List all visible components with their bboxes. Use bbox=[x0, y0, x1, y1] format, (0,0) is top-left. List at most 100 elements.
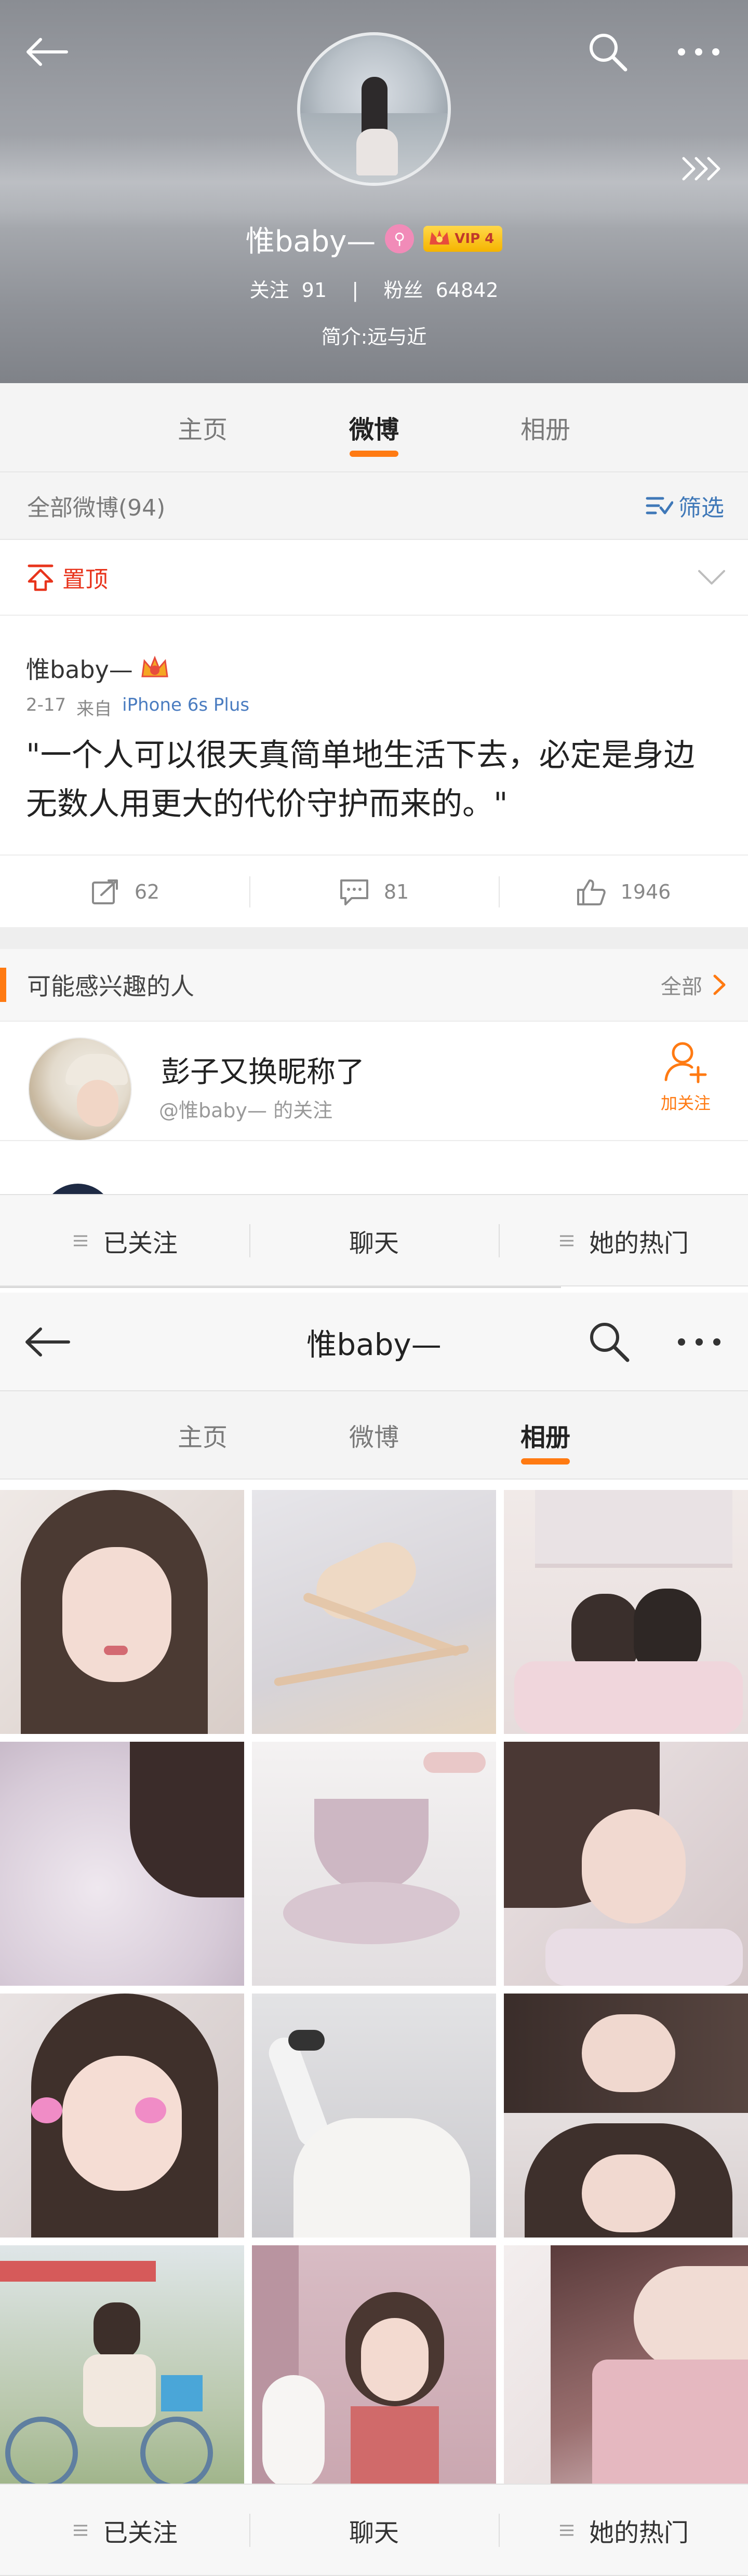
suggest-user-name[interactable]: 彭子又换昵称了 bbox=[161, 1049, 365, 1091]
profile-tabs: 主页 微博 相册 bbox=[0, 383, 748, 471]
comment-count: 81 bbox=[383, 880, 409, 903]
photo-grid bbox=[0, 1480, 748, 2489]
pinned-row[interactable]: 置顶 bbox=[0, 540, 748, 616]
pinned-label: 置顶 bbox=[62, 566, 108, 593]
repost-icon bbox=[91, 879, 118, 904]
post-text: "一个人可以很天真简单地生活下去，必定是身边无数人用更大的代价守护而来的。" bbox=[26, 737, 695, 822]
filter-button-label: 筛选 bbox=[678, 495, 724, 521]
vip-label: VIP 4 bbox=[455, 231, 495, 247]
like-button[interactable]: 1946 bbox=[499, 856, 748, 928]
menu-lines-icon bbox=[559, 2525, 573, 2536]
comment-icon bbox=[340, 879, 368, 905]
profile-name-row: 惟baby— ⚲ VIP 4 bbox=[0, 218, 748, 260]
photo-thumbnail[interactable] bbox=[0, 2245, 244, 2489]
tab-weibo[interactable]: 微博 bbox=[288, 1391, 460, 1479]
member-badge-icon[interactable]: ⚲ bbox=[385, 224, 415, 253]
section-gap bbox=[0, 927, 748, 949]
profile-stats[interactable]: 关注 91 | 粉丝 64842 bbox=[0, 270, 748, 306]
suggest-all-label: 全部 bbox=[661, 975, 702, 999]
filter-row: 全部微博(94) 筛选 bbox=[0, 471, 748, 540]
chevron-down-icon[interactable] bbox=[696, 567, 727, 588]
filter-icon bbox=[646, 497, 673, 514]
post-source-prefix: 来自 bbox=[76, 699, 112, 720]
album-nav-bar: 惟baby— bbox=[0, 1293, 748, 1391]
forward-chevrons-icon[interactable] bbox=[680, 153, 722, 184]
post-date: 2-17 bbox=[26, 695, 66, 715]
all-posts-count: 全部微博(94) bbox=[27, 495, 166, 521]
photo-thumbnail[interactable] bbox=[504, 1742, 748, 1986]
comment-button[interactable]: 81 bbox=[249, 856, 499, 928]
page-title: 惟baby— bbox=[306, 1327, 442, 1362]
tab-home[interactable]: 主页 bbox=[117, 1391, 288, 1479]
suggest-user-subtitle: @惟baby— 的关注 bbox=[159, 1099, 333, 1122]
menu-lines-icon bbox=[73, 2525, 87, 2536]
her-hot-button[interactable]: 她的热门 bbox=[499, 2485, 748, 2576]
crown-icon bbox=[430, 230, 450, 245]
repost-button[interactable]: 62 bbox=[0, 856, 249, 928]
post-author[interactable]: 惟baby— bbox=[26, 651, 133, 685]
photo-thumbnail[interactable] bbox=[252, 1994, 496, 2238]
profile-avatar[interactable] bbox=[297, 32, 451, 186]
post-card[interactable]: 惟baby— 2-17 来自 iPhone 6s Plus "一个人可以很天真简… bbox=[0, 616, 748, 855]
photo-thumbnail[interactable] bbox=[504, 2245, 748, 2489]
more-icon[interactable] bbox=[675, 1326, 723, 1358]
suggest-all-link[interactable]: 全部 bbox=[661, 970, 727, 1000]
post-action-bar: 62 81 1946 bbox=[0, 855, 748, 927]
add-user-icon bbox=[664, 1042, 707, 1083]
back-arrow-icon[interactable] bbox=[24, 1326, 71, 1358]
post-meta: 2-17 来自 iPhone 6s Plus bbox=[26, 695, 249, 720]
profile-name: 惟baby— bbox=[245, 224, 376, 259]
followed-label: 已关注 bbox=[102, 1229, 178, 1258]
profile-header: 惟baby— ⚲ VIP 4 关注 91 | 粉丝 64842 简介:远与近 bbox=[0, 0, 748, 383]
add-follow-label: 加关注 bbox=[660, 1093, 711, 1113]
stats-text: 关注 91 | 粉丝 64842 bbox=[249, 278, 499, 302]
menu-lines-icon bbox=[73, 1235, 87, 1246]
followed-label: 已关注 bbox=[102, 2518, 178, 2547]
her-hot-button[interactable]: 她的热门 bbox=[499, 1195, 748, 1286]
vip-badge[interactable]: VIP 4 bbox=[423, 226, 503, 252]
photo-thumbnail[interactable] bbox=[504, 1994, 748, 2238]
tab-album[interactable]: 相册 bbox=[460, 383, 631, 471]
photo-thumbnail[interactable] bbox=[0, 1742, 244, 1986]
pin-top-icon bbox=[28, 564, 54, 591]
chat-button[interactable]: 聊天 bbox=[249, 1195, 499, 1286]
add-follow-button[interactable]: 加关注 bbox=[647, 1037, 725, 1126]
search-icon[interactable] bbox=[587, 31, 629, 73]
suggest-title: 可能感兴趣的人 bbox=[27, 972, 194, 1000]
her-hot-label: 她的热门 bbox=[589, 2518, 689, 2547]
photo-thumbnail[interactable] bbox=[252, 1742, 496, 1986]
chat-button[interactable]: 聊天 bbox=[249, 2485, 499, 2576]
photo-thumbnail[interactable] bbox=[504, 1490, 748, 1734]
photo-thumbnail[interactable] bbox=[252, 1490, 496, 1734]
tab-home[interactable]: 主页 bbox=[117, 383, 288, 471]
album-bottom-bar: 已关注 聊天 她的热门 bbox=[0, 2484, 748, 2576]
tab-weibo[interactable]: 微博 bbox=[288, 383, 460, 471]
avatar[interactable] bbox=[28, 1037, 132, 1141]
like-count: 1946 bbox=[620, 880, 671, 903]
filter-button[interactable]: 筛选 bbox=[645, 489, 724, 522]
chevron-right-icon bbox=[713, 974, 726, 995]
chat-label: 聊天 bbox=[349, 1229, 399, 1258]
like-icon bbox=[577, 879, 606, 905]
suggest-user-item[interactable]: 彭子又换昵称了 @惟baby— 的关注 加关注 bbox=[0, 1022, 748, 1141]
followed-button[interactable]: 已关注 bbox=[0, 2485, 249, 2576]
chat-label: 聊天 bbox=[349, 2518, 399, 2547]
post-source[interactable]: iPhone 6s Plus bbox=[122, 695, 249, 720]
followed-button[interactable]: 已关注 bbox=[0, 1195, 249, 1286]
tab-album[interactable]: 相册 bbox=[460, 1391, 631, 1479]
crown-icon bbox=[141, 655, 168, 677]
profile-bottom-bar: 已关注 聊天 她的热门 bbox=[0, 1194, 748, 1286]
her-hot-label: 她的热门 bbox=[589, 1229, 689, 1258]
menu-lines-icon bbox=[559, 1235, 573, 1246]
bio-text: 简介:远与近 bbox=[321, 325, 427, 348]
photo-thumbnail[interactable] bbox=[252, 2245, 496, 2489]
back-arrow-icon[interactable] bbox=[25, 36, 69, 67]
search-icon[interactable] bbox=[587, 1320, 631, 1363]
photo-thumbnail[interactable] bbox=[0, 1994, 244, 2238]
photo-thumbnail[interactable] bbox=[0, 1490, 244, 1734]
more-icon[interactable] bbox=[675, 36, 722, 67]
suggest-user-item-peek bbox=[0, 1141, 748, 1198]
screen-divider bbox=[0, 1286, 561, 1288]
suggest-header: 可能感兴趣的人 全部 bbox=[0, 949, 748, 1022]
album-tabs: 主页 微博 相册 bbox=[0, 1391, 748, 1480]
